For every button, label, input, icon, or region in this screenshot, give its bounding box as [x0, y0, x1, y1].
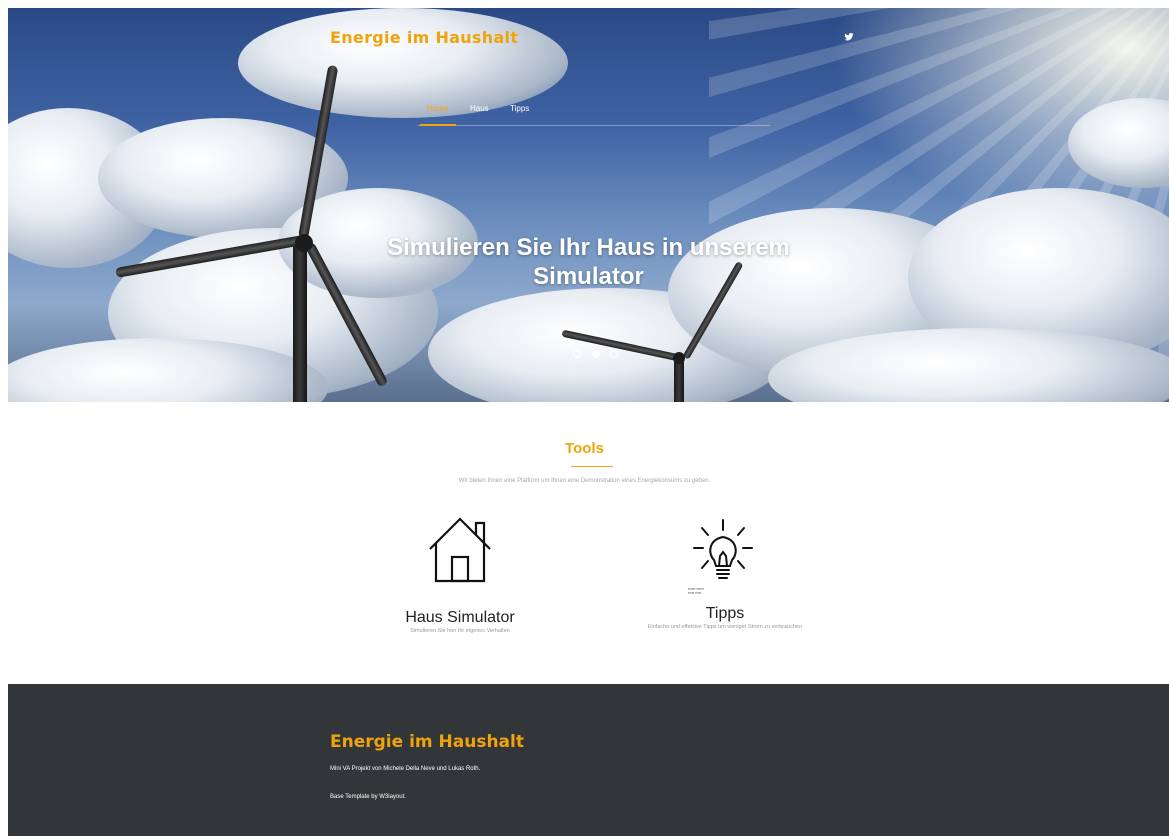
hero-banner: Energie im Haushalt Home Haus Tipps Simu… — [8, 8, 1169, 402]
card-tipps[interactable]: Tipps Einfache und effektive Tipps um we… — [600, 605, 850, 630]
carousel-dot-1[interactable] — [573, 350, 581, 358]
main-nav: Home Haus Tipps — [418, 104, 770, 126]
brand-logo[interactable]: Energie im Haushalt — [330, 28, 518, 47]
card-title[interactable]: Tipps — [600, 605, 850, 623]
footer-brand: Energie im Haushalt — [330, 732, 524, 752]
carousel-dot-3[interactable] — [610, 350, 618, 358]
wind-turbine-tower — [674, 358, 684, 402]
carousel-dot-2[interactable] — [592, 350, 600, 358]
light-bulb-icon[interactable] — [690, 518, 756, 584]
hero-title-line-1: Simulieren Sie Ihr Haus in unserem — [387, 234, 790, 261]
nav-item-haus[interactable]: Haus — [470, 104, 489, 113]
card-description: Simulieren Sie hier Ihr eigenes Verhalte… — [410, 628, 510, 634]
tools-subtitle: Wir bieten Ihnen eine Platform um Ihnen … — [458, 478, 711, 484]
card-title[interactable]: Haus Simulator — [360, 609, 560, 627]
footer-credits: Mini VA Projekt von Michele Della Neve u… — [330, 766, 481, 772]
house-icon[interactable] — [428, 513, 492, 583]
cloud — [238, 8, 568, 118]
twitter-icon[interactable] — [844, 32, 854, 42]
wind-turbine-hub — [673, 352, 685, 364]
card-description: Einfache und effektive Tipps um weniger … — [647, 624, 803, 630]
tools-title-underline — [571, 466, 613, 467]
carousel-indicators — [571, 350, 621, 360]
footer: Energie im Haushalt Mini VA Projekt von … — [8, 684, 1169, 836]
tools-title: Tools — [565, 440, 604, 457]
hero-title: Simulieren Sie Ihr Haus in unserem Simul… — [8, 233, 1169, 291]
nav-active-indicator — [420, 124, 456, 126]
nav-item-home[interactable]: Home — [427, 104, 448, 113]
hero-title-line-2: Simulator — [533, 263, 644, 290]
card-haus-simulator[interactable]: Haus Simulator Simulieren Sie hier Ihr e… — [360, 609, 560, 634]
nav-item-tipps[interactable]: Tipps — [510, 104, 529, 113]
footer-template-credit[interactable]: Base Template by W3layout. — [330, 794, 406, 800]
icon-credit-caption: ▪▪▪▪▪▪ ▪▪▪▪▪▪ ▪▪▪▪▪ ▪▪▪▪▪ — [688, 587, 704, 595]
